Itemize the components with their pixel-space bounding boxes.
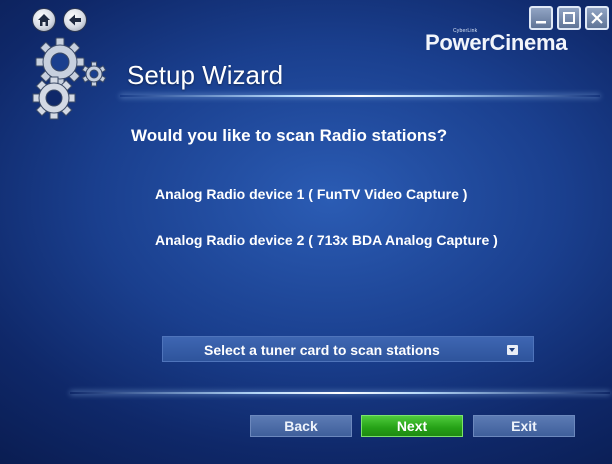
back-nav-button[interactable] [63, 8, 87, 32]
minimize-button[interactable] [529, 6, 553, 30]
close-button[interactable] [585, 6, 609, 30]
gear-large-bottom [32, 76, 76, 120]
maximize-icon [563, 12, 575, 24]
maximize-button[interactable] [557, 6, 581, 30]
next-button[interactable]: Next [361, 415, 463, 437]
gear-small-right [81, 61, 107, 87]
brand-logo: PowerCinema [425, 30, 568, 55]
radio-device-2[interactable]: Analog Radio device 2 ( 713x BDA Analog … [155, 232, 498, 248]
home-icon [38, 14, 50, 26]
home-button[interactable] [32, 8, 56, 32]
gears-icon [32, 37, 107, 120]
exit-button[interactable]: Exit [473, 415, 575, 437]
back-button[interactable]: Back [250, 415, 352, 437]
bottom-divider [70, 392, 610, 394]
radio-device-1[interactable]: Analog Radio device 1 ( FunTV Video Capt… [155, 186, 467, 202]
tuner-select-value: Select a tuner card to scan stations [204, 342, 440, 358]
page-title: Setup Wizard [127, 60, 284, 90]
tuner-card-select[interactable]: Select a tuner card to scan stations [162, 336, 534, 362]
close-icon [591, 12, 603, 24]
chevron-down-icon [507, 345, 518, 355]
back-arrow-icon [69, 14, 81, 26]
minimize-icon [536, 21, 546, 24]
question-text: Would you like to scan Radio stations? [131, 126, 448, 145]
title-divider [120, 95, 600, 97]
setup-wizard-window: CyberLink PowerCinema Setup Wizard Would… [0, 0, 612, 464]
gear-large-top [35, 37, 85, 87]
